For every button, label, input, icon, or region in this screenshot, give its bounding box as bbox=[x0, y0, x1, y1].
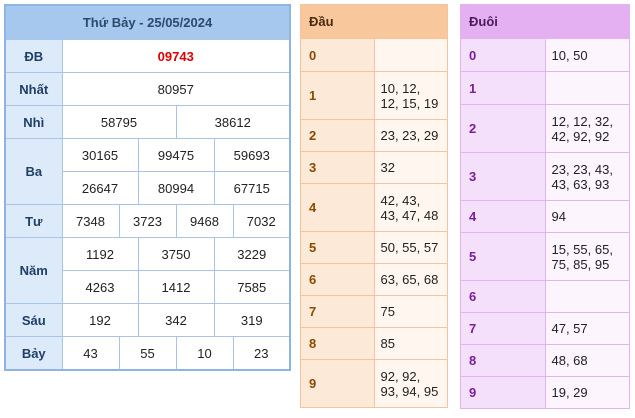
prize-label-nhat: Nhất bbox=[4, 72, 63, 106]
head-digit-values: 85 bbox=[373, 327, 448, 360]
prize-bay-value: 43 bbox=[61, 336, 120, 371]
tail-digit-key: 5 bbox=[460, 232, 546, 281]
tail-digit-table: Đuôi 0 10, 50 1 2 12, 12, 32, 42, 92, 92 3… bbox=[460, 4, 630, 409]
head-digit-table: Đầu 0 1 10, 12, 12, 15, 19 2 23, 23, 29 33… bbox=[300, 4, 448, 408]
prize-tu-value: 7348 bbox=[61, 204, 120, 238]
prize-ba-value: 80994 bbox=[137, 171, 215, 205]
prize-label-bay: Bảy bbox=[4, 336, 63, 371]
prize-nam-value: 7585 bbox=[213, 270, 291, 304]
tail-digit-key: 7 bbox=[460, 312, 546, 345]
head-digit-values: 75 bbox=[373, 295, 448, 328]
tail-digit-key: 0 bbox=[460, 38, 546, 72]
head-digit-values bbox=[373, 38, 448, 72]
prize-nam-value: 4263 bbox=[61, 270, 139, 304]
tail-digit-key: 9 bbox=[460, 376, 546, 409]
head-digit-values: 32 bbox=[373, 151, 448, 184]
head-digit-key: 7 bbox=[300, 295, 375, 328]
prize-tu-value: 3723 bbox=[118, 204, 177, 238]
prize-label-db: ĐB bbox=[4, 39, 63, 73]
tail-digit-values: 94 bbox=[544, 200, 630, 233]
head-digit-key: 3 bbox=[300, 151, 375, 184]
prize-nhi-value: 38612 bbox=[175, 105, 291, 139]
tail-digit-values: 47, 57 bbox=[544, 312, 630, 345]
head-table-title: Đầu bbox=[300, 4, 448, 39]
tail-digit-key: 3 bbox=[460, 152, 546, 201]
tail-digit-values: 15, 55, 65, 75, 85, 95 bbox=[544, 232, 630, 281]
head-digit-key: 9 bbox=[300, 359, 375, 408]
results-title: Thứ Bảy - 25/05/2024 bbox=[4, 4, 291, 40]
head-digit-key: 0 bbox=[300, 38, 375, 72]
prize-ba-value: 30165 bbox=[61, 138, 139, 172]
prize-nam-value: 1192 bbox=[61, 237, 139, 271]
prize-ba-value: 59693 bbox=[213, 138, 291, 172]
head-digit-key: 2 bbox=[300, 119, 375, 152]
head-digit-values: 42, 43, 43, 47, 48 bbox=[373, 183, 448, 232]
prize-sau-value: 342 bbox=[137, 303, 215, 337]
head-digit-key: 8 bbox=[300, 327, 375, 360]
prize-sau-value: 319 bbox=[213, 303, 291, 337]
prize-db-value: 09743 bbox=[61, 39, 291, 73]
head-digit-key: 4 bbox=[300, 183, 375, 232]
prize-bay-value: 23 bbox=[232, 336, 291, 371]
tail-digit-key: 1 bbox=[460, 71, 546, 105]
tail-digit-values: 23, 23, 43, 43, 63, 93 bbox=[544, 152, 630, 201]
prize-tu-value: 9468 bbox=[175, 204, 234, 238]
head-digit-values: 10, 12, 12, 15, 19 bbox=[373, 71, 448, 120]
head-digit-values: 23, 23, 29 bbox=[373, 119, 448, 152]
results-table: Thứ Bảy - 25/05/2024 ĐB 09743 Nhất 80957… bbox=[4, 4, 292, 371]
tail-digit-values: 19, 29 bbox=[544, 376, 630, 409]
prize-bay-value: 10 bbox=[175, 336, 234, 371]
prize-ba-value: 99475 bbox=[137, 138, 215, 172]
head-digit-key: 6 bbox=[300, 263, 375, 296]
prize-label-ba: Ba bbox=[4, 138, 63, 205]
prize-sau-value: 192 bbox=[61, 303, 139, 337]
head-digit-key: 5 bbox=[300, 231, 375, 264]
head-digit-values: 50, 55, 57 bbox=[373, 231, 448, 264]
tail-digit-key: 4 bbox=[460, 200, 546, 233]
tail-digit-values: 10, 50 bbox=[544, 38, 630, 72]
tail-digit-values: 48, 68 bbox=[544, 344, 630, 377]
tail-digit-key: 6 bbox=[460, 280, 546, 313]
prize-nam-value: 1412 bbox=[137, 270, 215, 304]
tail-digit-key: 2 bbox=[460, 104, 546, 153]
head-digit-values: 92, 92, 93, 94, 95 bbox=[373, 359, 448, 408]
prize-nhi-value: 58795 bbox=[61, 105, 177, 139]
tail-digit-key: 8 bbox=[460, 344, 546, 377]
prize-ba-value: 67715 bbox=[213, 171, 291, 205]
tail-digit-values bbox=[544, 71, 630, 105]
tail-digit-values: 12, 12, 32, 42, 92, 92 bbox=[544, 104, 630, 153]
tail-digit-values bbox=[544, 280, 630, 313]
prize-bay-value: 55 bbox=[118, 336, 177, 371]
prize-label-nam: Năm bbox=[4, 237, 63, 304]
tail-table-title: Đuôi bbox=[460, 4, 630, 39]
prize-nam-value: 3229 bbox=[213, 237, 291, 271]
prize-nam-value: 3750 bbox=[137, 237, 215, 271]
prize-tu-value: 7032 bbox=[232, 204, 291, 238]
prize-label-nhi: Nhì bbox=[4, 105, 63, 139]
prize-ba-value: 26647 bbox=[61, 171, 139, 205]
prize-nhat-value: 80957 bbox=[61, 72, 291, 106]
prize-label-sau: Sáu bbox=[4, 303, 63, 337]
head-digit-key: 1 bbox=[300, 71, 375, 120]
head-digit-values: 63, 65, 68 bbox=[373, 263, 448, 296]
prize-label-tu: Tư bbox=[4, 204, 63, 238]
